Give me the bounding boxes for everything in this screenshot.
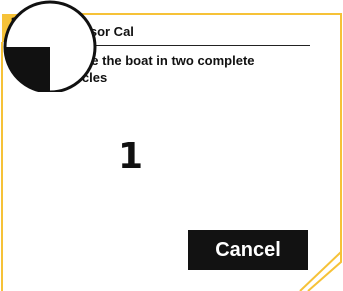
- progress-wedge: [5, 47, 50, 92]
- calibration-screen: 3k Sensor Cal Drive the boat in two comp…: [0, 0, 343, 291]
- circle-progress-indicator: [3, 0, 97, 92]
- cancel-button[interactable]: Cancel: [188, 230, 308, 270]
- circle-count: 1: [118, 136, 144, 177]
